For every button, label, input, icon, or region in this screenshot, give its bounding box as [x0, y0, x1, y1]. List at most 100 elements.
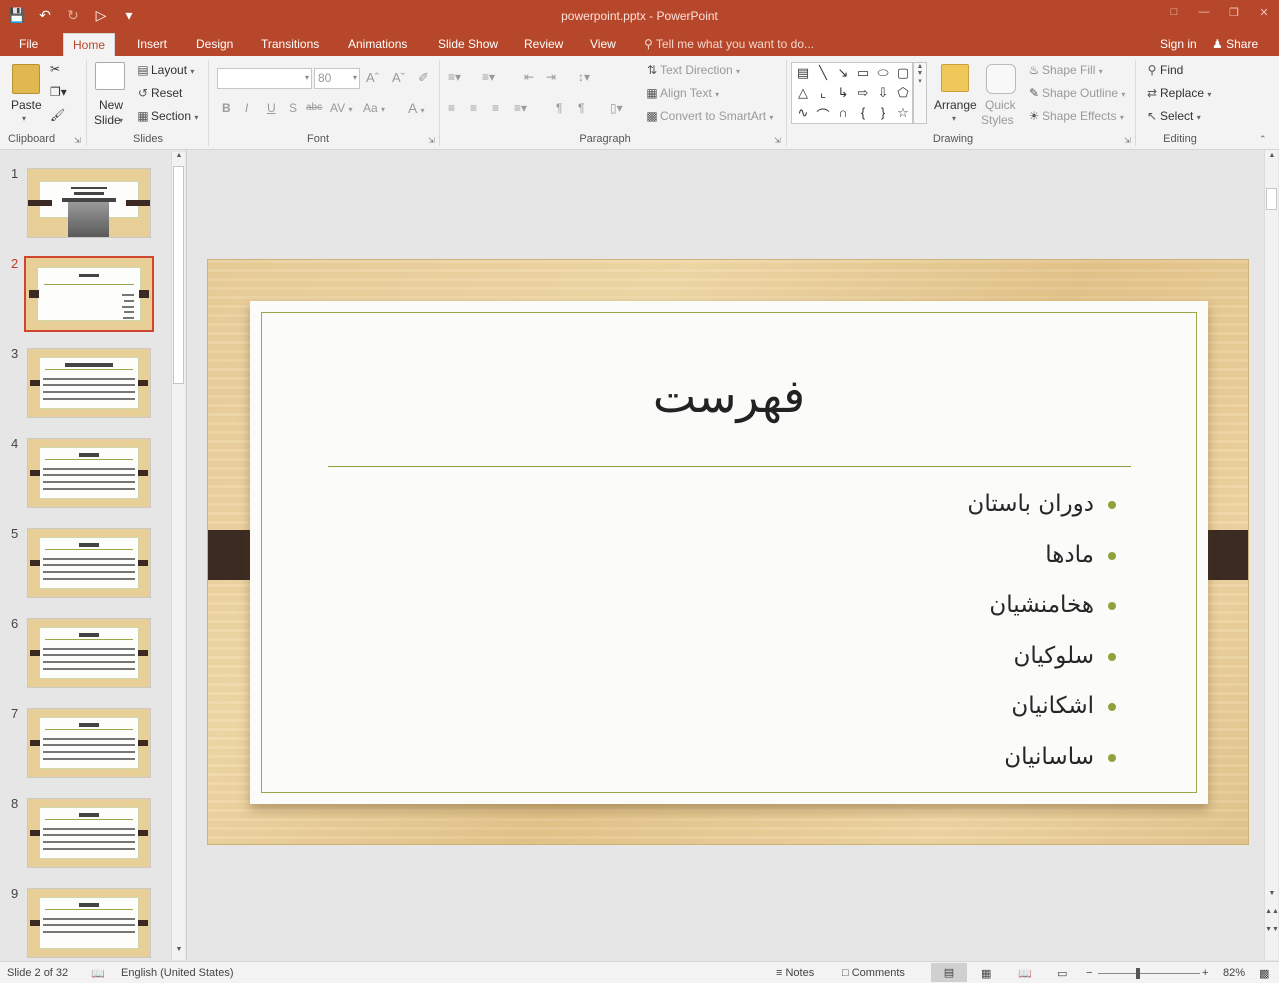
copy-icon[interactable]: ❐▾ [50, 85, 67, 99]
section-button[interactable]: ▦ Section ▾ [135, 109, 198, 123]
sign-in-link[interactable]: Sign in [1160, 37, 1197, 51]
tell-me-box[interactable]: ⚲ Tell me what you want to do... [644, 37, 814, 51]
bold-button[interactable]: B [222, 101, 231, 115]
star-shape-icon[interactable]: ☆ [894, 105, 912, 121]
ribbon-display-icon[interactable]: □ [1159, 0, 1189, 24]
columns-icon[interactable]: ▯▾ [610, 101, 623, 115]
current-slide[interactable]: فهرست دوران باستان مادها هخامنشیان سلوکی… [207, 259, 1249, 845]
paragraph-launcher-icon[interactable]: ⇲ [774, 136, 781, 145]
elbow-connector-icon[interactable]: ⌞ [814, 85, 832, 101]
scroll-up-icon[interactable]: ▲ [1265, 152, 1279, 164]
underline-button[interactable]: U [267, 101, 276, 115]
scroll-thumb[interactable] [1266, 188, 1277, 210]
spelling-icon[interactable]: 📖 [91, 967, 105, 980]
thumbnail-scrollbar[interactable]: ▲ ▼ [171, 152, 185, 960]
tab-review[interactable]: Review [515, 33, 572, 56]
select-button[interactable]: ↖ Select ▾ [1144, 109, 1201, 123]
shadow-button[interactable]: S [289, 101, 297, 115]
oval-shape-icon[interactable]: ⬭ [874, 65, 892, 81]
grow-font-icon[interactable]: Aˆ [366, 70, 379, 85]
collapse-ribbon-icon[interactable]: ⌃ [1259, 134, 1267, 145]
slideshow-view-icon[interactable]: ▭ [1057, 967, 1067, 980]
rectangle-shape-icon[interactable]: ▭ [854, 65, 872, 81]
shape-effects-button[interactable]: ☀ Shape Effects ▾ [1026, 109, 1124, 123]
bullet-list[interactable]: دوران باستان مادها هخامنشیان سلوکیان اشک… [967, 484, 1116, 787]
numbering-icon[interactable]: ≡▾ [482, 70, 495, 84]
shape-outline-button[interactable]: ✎ Shape Outline ▾ [1026, 86, 1125, 100]
scroll-up-icon[interactable]: ▲ [172, 152, 186, 164]
scroll-thumb[interactable] [173, 166, 184, 384]
line-shape-icon[interactable]: ╲ [814, 65, 832, 81]
slide-thumbnail[interactable] [27, 618, 151, 688]
scroll-down-icon[interactable]: ▼ [172, 946, 186, 958]
align-right-icon[interactable]: ≡ [492, 101, 499, 115]
rtl-icon[interactable]: ¶ [578, 101, 584, 115]
replace-button[interactable]: ⇄ Replace ▾ [1144, 86, 1211, 100]
cut-icon[interactable]: ✂ [50, 62, 60, 76]
right-arrow-shape-icon[interactable]: ⇨ [854, 85, 872, 101]
slide-thumbnail-selected[interactable] [24, 256, 154, 332]
minimize-icon[interactable]: — [1189, 0, 1219, 24]
tab-file[interactable]: File [10, 33, 47, 56]
slide-thumbnail[interactable] [27, 888, 151, 958]
notes-button[interactable]: ≡ Notes [776, 967, 814, 979]
tab-view[interactable]: View [581, 33, 625, 56]
next-slide-icon[interactable]: ▼▼ [1265, 926, 1279, 938]
decrease-indent-icon[interactable]: ⇤ [524, 70, 534, 84]
slide-counter[interactable]: Slide 2 of 32 [7, 967, 68, 979]
language-indicator[interactable]: English (United States) [121, 967, 234, 979]
change-case-button[interactable]: Aa ▾ [363, 101, 385, 115]
paste-icon[interactable] [12, 64, 40, 94]
align-left-icon[interactable]: ≡ [448, 101, 455, 115]
font-launcher-icon[interactable]: ⇲ [428, 136, 435, 145]
slide-sorter-icon[interactable]: ▦ [981, 967, 991, 980]
font-color-button[interactable]: A ▾ [408, 100, 424, 116]
share-button[interactable]: ♟ Share [1212, 37, 1258, 51]
triangle-shape-icon[interactable]: △ [794, 85, 812, 101]
slide-thumbnail[interactable] [27, 438, 151, 508]
fit-slide-icon[interactable]: ▩ [1259, 967, 1269, 980]
format-painter-icon[interactable]: 🖌 [50, 108, 65, 122]
new-slide-label-2[interactable]: Slide [94, 113, 121, 127]
arrange-button[interactable]: Arrange [934, 98, 977, 112]
slide-thumbnail[interactable] [27, 798, 151, 868]
shapes-gallery[interactable]: ▤ ╲ ↘ ▭ ⬭ ▢ △ ⌞ ↳ ⇨ ⇩ ⬠ ∿ ⌒ ∩ { } ☆ [791, 62, 913, 124]
close-icon[interactable]: ✕ [1249, 0, 1279, 24]
quick-styles-icon[interactable] [986, 64, 1016, 94]
align-center-icon[interactable]: ≡ [470, 101, 477, 115]
previous-slide-icon[interactable]: ▲▲ [1265, 908, 1279, 920]
font-name-input[interactable]: ▾ [217, 68, 312, 89]
quick-styles-label-2[interactable]: Styles [981, 113, 1014, 127]
slide-title[interactable]: فهرست [250, 369, 1208, 423]
left-brace-icon[interactable]: { [854, 105, 872, 120]
slide-thumbnail[interactable] [27, 528, 151, 598]
zoom-level[interactable]: 82% [1223, 967, 1245, 979]
shrink-font-icon[interactable]: Aˇ [392, 70, 405, 85]
scroll-down-icon[interactable]: ▼ [1265, 890, 1279, 902]
tab-design[interactable]: Design [187, 33, 242, 56]
drawing-launcher-icon[interactable]: ⇲ [1124, 136, 1131, 145]
font-size-input[interactable]: 80 ▾ [314, 68, 360, 89]
shapes-gallery-scroll[interactable]: ▲ ▼ ▾ [913, 62, 927, 124]
quick-styles-label-1[interactable]: Quick [985, 98, 1016, 112]
bullets-icon[interactable]: ≡▾ [448, 70, 461, 84]
restore-icon[interactable]: ❐ [1219, 0, 1249, 24]
find-button[interactable]: ⚲ Find [1144, 63, 1184, 77]
arrow-line-shape-icon[interactable]: ↘ [834, 65, 852, 81]
strikethrough-button[interactable]: abc [306, 102, 322, 113]
new-slide-dropdown-icon[interactable]: ▾ [119, 116, 123, 125]
arrange-dropdown-icon[interactable]: ▾ [952, 114, 956, 123]
slide-thumbnail[interactable] [27, 168, 151, 238]
slide-thumbnail[interactable] [27, 708, 151, 778]
paste-button[interactable]: Paste [11, 98, 42, 112]
curved-connector-icon[interactable]: ⌒ [814, 105, 832, 124]
italic-button[interactable]: I [245, 101, 248, 115]
reading-view-icon[interactable]: 📖 [1018, 967, 1032, 980]
paste-dropdown-icon[interactable]: ▾ [22, 114, 26, 123]
increase-indent-icon[interactable]: ⇥ [546, 70, 556, 84]
textbox-shape-icon[interactable]: ▤ [794, 65, 812, 81]
line-spacing-icon[interactable]: ↕▾ [578, 70, 590, 84]
tab-home[interactable]: Home [63, 33, 116, 56]
align-text-button[interactable]: ▦ Align Text ▾ [644, 86, 719, 100]
new-slide-icon[interactable] [95, 62, 125, 90]
